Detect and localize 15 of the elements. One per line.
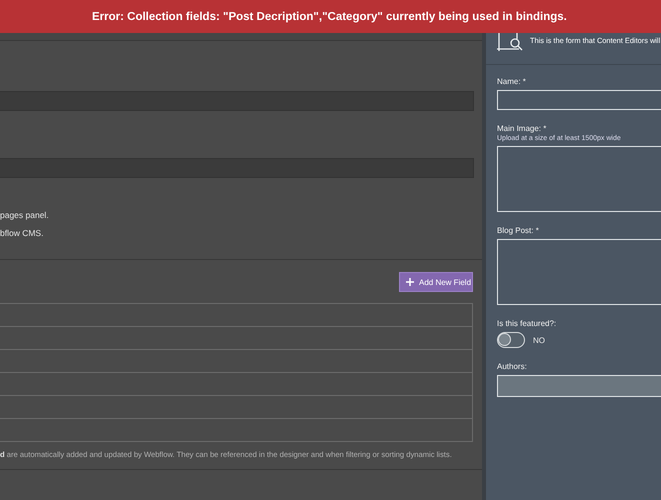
image-upload-field[interactable] [497, 146, 661, 212]
help-text: pages panel. [0, 209, 50, 222]
help-text: bflow CMS. [0, 227, 44, 240]
error-banner: Error: Collection fields: "Post Decription","Category" currently being used in bindings. [0, 0, 661, 33]
select-field[interactable] [497, 375, 661, 397]
text-area[interactable] [497, 239, 661, 305]
field-label: Authors: [497, 362, 528, 371]
toggle-switch[interactable] [497, 332, 525, 348]
field-label: Is this featured?: [497, 319, 558, 328]
plus-icon [406, 278, 414, 286]
field-label: Blog Post: * [497, 226, 540, 235]
switch-state-label: NO [533, 336, 545, 344]
field-label: Main Image: * [497, 124, 548, 133]
add-field-button[interactable]: Add New Field [399, 272, 473, 292]
field-label: Name: * [497, 77, 527, 86]
